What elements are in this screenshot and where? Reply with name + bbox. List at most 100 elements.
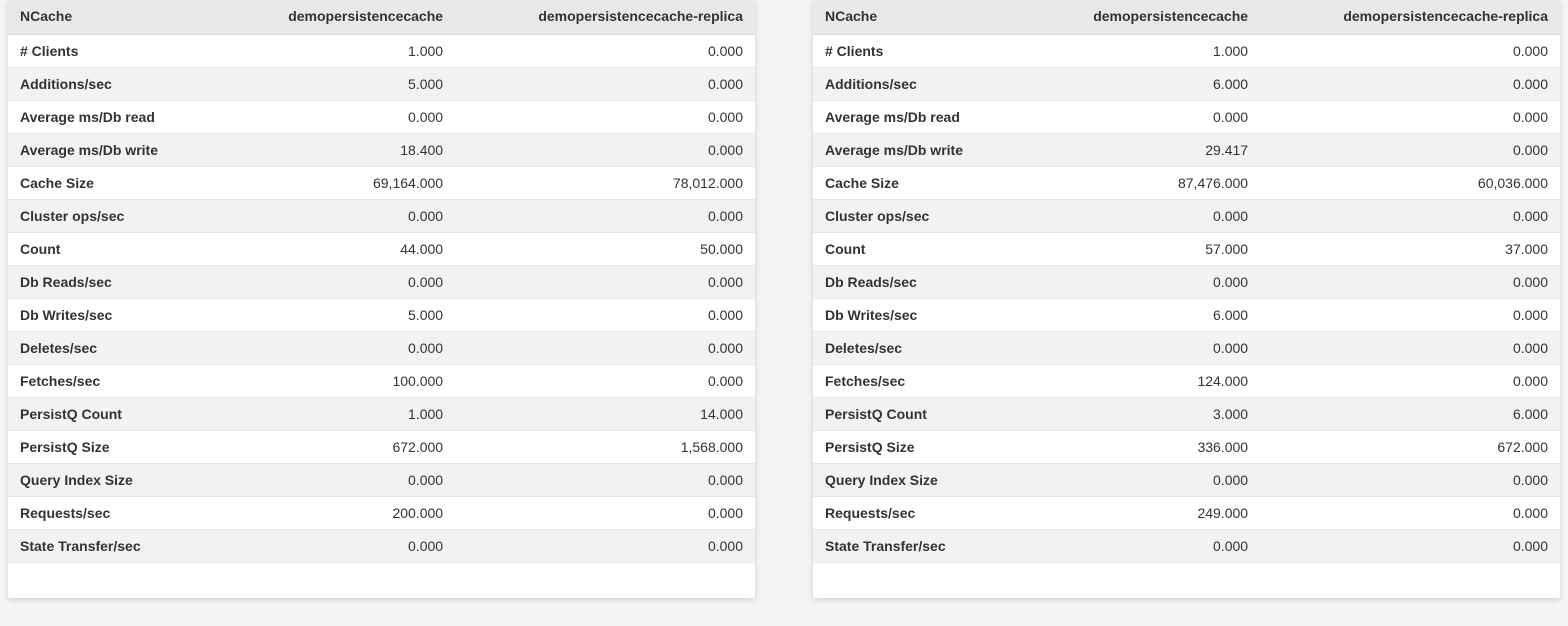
table-row: Count57.00037.000 <box>813 233 1560 266</box>
table-row: Deletes/sec0.0000.000 <box>8 332 755 365</box>
metric-value-primary: 3.000 <box>1025 398 1260 431</box>
metric-label: Average ms/Db read <box>813 101 1025 134</box>
metric-value-primary: 1.000 <box>1025 35 1260 68</box>
metric-label: PersistQ Size <box>8 431 220 464</box>
metric-value-primary: 0.000 <box>220 266 455 299</box>
table-row: Count44.00050.000 <box>8 233 755 266</box>
metric-value-primary: 0.000 <box>1025 101 1260 134</box>
table-row: Average ms/Db read0.0000.000 <box>813 101 1560 134</box>
metric-value-primary: 1.000 <box>220 35 455 68</box>
metric-label: Cluster ops/sec <box>8 200 220 233</box>
metric-value-replica: 0.000 <box>455 101 755 134</box>
col-header-metric[interactable]: NCache <box>8 0 220 35</box>
metric-value-primary: 0.000 <box>1025 266 1260 299</box>
metric-value-replica: 0.000 <box>1260 101 1560 134</box>
metric-value-primary: 100.000 <box>220 365 455 398</box>
metric-value-replica: 0.000 <box>1260 68 1560 101</box>
metric-label: Requests/sec <box>813 497 1025 530</box>
metric-value-primary: 124.000 <box>1025 365 1260 398</box>
metric-label: PersistQ Size <box>813 431 1025 464</box>
metric-value-replica: 0.000 <box>1260 299 1560 332</box>
metric-value-primary: 6.000 <box>1025 299 1260 332</box>
metric-value-primary: 1.000 <box>220 398 455 431</box>
metric-label: Fetches/sec <box>8 365 220 398</box>
metric-value-replica: 0.000 <box>455 134 755 167</box>
table-row: Cluster ops/sec0.0000.000 <box>813 200 1560 233</box>
col-header-metric[interactable]: NCache <box>813 0 1025 35</box>
table-row: Fetches/sec100.0000.000 <box>8 365 755 398</box>
col-header-replica[interactable]: demopersistencecache-replica <box>455 0 755 35</box>
metric-value-primary: 0.000 <box>1025 464 1260 497</box>
table-row: Additions/sec5.0000.000 <box>8 68 755 101</box>
metric-label: Count <box>8 233 220 266</box>
metric-value-primary: 0.000 <box>220 332 455 365</box>
metric-value-replica: 0.000 <box>455 200 755 233</box>
metric-value-replica: 672.000 <box>1260 431 1560 464</box>
metric-value-replica: 0.000 <box>455 332 755 365</box>
metric-value-primary: 87,476.000 <box>1025 167 1260 200</box>
metric-label: Additions/sec <box>8 68 220 101</box>
metric-label: Query Index Size <box>8 464 220 497</box>
metric-value-primary: 5.000 <box>220 68 455 101</box>
table-row: PersistQ Count3.0006.000 <box>813 398 1560 431</box>
table-row: Requests/sec200.0000.000 <box>8 497 755 530</box>
metric-label: Fetches/sec <box>813 365 1025 398</box>
stats-table-scroll-right[interactable]: NCache demopersistencecache demopersiste… <box>813 0 1560 598</box>
metric-value-replica: 37.000 <box>1260 233 1560 266</box>
table-row: Average ms/Db write18.4000.000 <box>8 134 755 167</box>
metric-value-replica: 6.000 <box>1260 398 1560 431</box>
metric-value-primary: 29.417 <box>1025 134 1260 167</box>
col-header-replica[interactable]: demopersistencecache-replica <box>1260 0 1560 35</box>
metric-value-replica: 1,568.000 <box>455 431 755 464</box>
metric-value-replica: 0.000 <box>1260 200 1560 233</box>
table-row: PersistQ Count1.00014.000 <box>8 398 755 431</box>
table-row: Fetches/sec124.0000.000 <box>813 365 1560 398</box>
metric-value-primary: 0.000 <box>220 464 455 497</box>
metric-label: PersistQ Count <box>8 398 220 431</box>
col-header-primary[interactable]: demopersistencecache <box>1025 0 1260 35</box>
metric-label: Query Index Size <box>813 464 1025 497</box>
table-row: State Transfer/sec0.0000.000 <box>813 530 1560 563</box>
stats-panel-right: NCache demopersistencecache demopersiste… <box>813 0 1560 598</box>
metric-value-primary: 0.000 <box>220 200 455 233</box>
table-row: Db Reads/sec0.0000.000 <box>8 266 755 299</box>
metric-label: Average ms/Db write <box>8 134 220 167</box>
metric-value-primary: 69,164.000 <box>220 167 455 200</box>
metric-value-replica: 60,036.000 <box>1260 167 1560 200</box>
table-row: Requests/sec249.0000.000 <box>813 497 1560 530</box>
metric-label: Db Reads/sec <box>8 266 220 299</box>
table-row: Additions/sec6.0000.000 <box>813 68 1560 101</box>
metric-label: Deletes/sec <box>813 332 1025 365</box>
metric-value-primary: 18.400 <box>220 134 455 167</box>
metric-value-replica: 0.000 <box>455 530 755 563</box>
metric-label: Db Writes/sec <box>813 299 1025 332</box>
metric-value-replica: 0.000 <box>455 266 755 299</box>
metric-value-replica: 0.000 <box>455 35 755 68</box>
metric-label: Requests/sec <box>8 497 220 530</box>
metric-value-replica: 0.000 <box>1260 365 1560 398</box>
metric-value-primary: 57.000 <box>1025 233 1260 266</box>
metric-value-replica: 0.000 <box>1260 134 1560 167</box>
metric-value-replica: 0.000 <box>1260 497 1560 530</box>
metric-value-primary: 249.000 <box>1025 497 1260 530</box>
metric-value-replica: 50.000 <box>455 233 755 266</box>
table-row: # Clients1.0000.000 <box>8 35 755 68</box>
col-header-primary[interactable]: demopersistencecache <box>220 0 455 35</box>
metric-value-replica: 0.000 <box>1260 35 1560 68</box>
metric-value-primary: 0.000 <box>1025 200 1260 233</box>
metric-value-primary: 0.000 <box>220 101 455 134</box>
table-row: Cluster ops/sec0.0000.000 <box>8 200 755 233</box>
table-row: PersistQ Size672.0001,568.000 <box>8 431 755 464</box>
table-row: Cache Size87,476.00060,036.000 <box>813 167 1560 200</box>
metric-label: Cache Size <box>8 167 220 200</box>
metric-value-replica: 0.000 <box>455 497 755 530</box>
table-row: State Transfer/sec0.0000.000 <box>8 530 755 563</box>
metric-value-replica: 0.000 <box>455 365 755 398</box>
stats-table-scroll-left[interactable]: NCache demopersistencecache demopersiste… <box>8 0 755 598</box>
metric-value-replica: 14.000 <box>455 398 755 431</box>
metric-label: State Transfer/sec <box>813 530 1025 563</box>
metric-value-primary: 0.000 <box>1025 332 1260 365</box>
table-header-row: NCache demopersistencecache demopersiste… <box>813 0 1560 35</box>
metric-label: # Clients <box>8 35 220 68</box>
metric-value-primary: 0.000 <box>1025 530 1260 563</box>
